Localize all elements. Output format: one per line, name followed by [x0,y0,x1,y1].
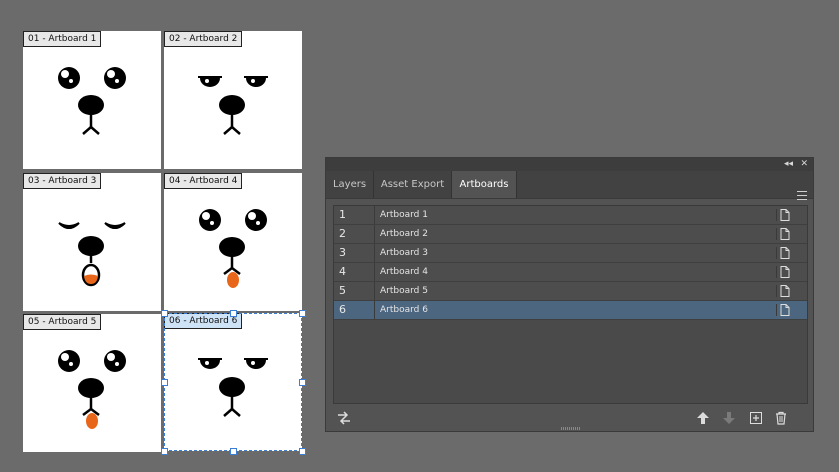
resize-handle-bottom[interactable] [230,448,237,455]
artboard-4[interactable]: 04 - Artboard 4 [164,173,302,311]
artboard-options-icon[interactable] [776,228,790,240]
artboard-options-icon[interactable] [776,209,790,221]
resize-handle-bottom-right[interactable] [299,448,306,455]
tab-layers[interactable]: Layers [326,171,374,198]
panel-tabbar: Layers Asset Export Artboards [326,171,813,200]
artboard-number: 3 [339,246,346,259]
artboard-label[interactable]: 04 - Artboard 4 [164,173,243,189]
artboard-options-icon[interactable] [776,247,790,259]
tab-artboards[interactable]: Artboards [452,171,517,198]
collapse-panel-icon[interactable]: ◂◂ [784,158,793,171]
face-sleepy-eyes [198,358,268,417]
panel-bottom-toolbar [326,404,813,431]
artboard-label[interactable]: 05 - Artboard 5 [23,314,102,330]
artboard-6[interactable]: 06 - Artboard 6 [164,313,302,451]
artboard-5[interactable]: 05 - Artboard 5 [23,314,161,452]
resize-handle-right[interactable] [299,379,306,386]
artboard-label[interactable]: 01 - Artboard 1 [23,31,102,47]
artboard-number: 1 [339,208,346,221]
artboard-label[interactable]: 02 - Artboard 2 [164,31,243,47]
list-item[interactable]: 3 Artboard 3 [334,244,807,263]
list-item[interactable]: 5 Artboard 5 [334,282,807,301]
resize-handle-left[interactable] [161,379,168,386]
artboard-options-icon[interactable] [776,285,790,297]
resize-handle-top-left[interactable] [161,310,168,317]
artboard-name[interactable]: Artboard 4 [374,263,775,281]
panel-menu-icon[interactable] [797,191,807,200]
panel-title-bar[interactable]: ◂◂ ✕ [326,158,813,171]
artboard-number: 2 [339,227,346,240]
artboards-panel: ◂◂ ✕ Layers Asset Export Artboards 1 Art… [325,157,814,432]
resize-handle-top-right[interactable] [299,310,306,317]
artboard-options-icon[interactable] [776,304,790,316]
face-open-eyes [58,67,126,135]
move-up-icon[interactable] [696,410,710,424]
face-tongue-out [199,209,267,288]
close-panel-icon[interactable]: ✕ [800,158,808,171]
artboard-label[interactable]: 03 - Artboard 3 [23,173,102,189]
face-closed-eyes [58,222,126,287]
artboard-number: 4 [339,265,346,278]
resize-handle-top[interactable] [230,310,237,317]
artboard-options-icon[interactable] [776,266,790,278]
artboard-number: 6 [339,303,346,316]
artboard-2[interactable]: 02 - Artboard 2 [164,31,302,169]
artboard-list: 1 Artboard 1 2 Artboard 2 3 Artboard 3 4… [333,205,808,404]
artboard-1[interactable]: 01 - Artboard 1 [23,31,161,169]
artboard-name[interactable]: Artboard 6 [374,301,775,319]
tab-asset-export[interactable]: Asset Export [374,171,452,198]
artboard-name[interactable]: Artboard 2 [374,225,775,243]
face-tongue-out [58,350,126,429]
trash-icon[interactable] [774,410,788,425]
artboard-3[interactable]: 03 - Artboard 3 [23,173,161,311]
face-sleepy-eyes [198,76,268,135]
list-item[interactable]: 2 Artboard 2 [334,225,807,244]
list-item[interactable]: 4 Artboard 4 [334,263,807,282]
list-item[interactable]: 1 Artboard 1 [334,206,807,225]
artboard-name[interactable]: Artboard 1 [374,206,775,224]
move-down-icon[interactable] [722,410,736,424]
resize-handle-bottom-left[interactable] [161,448,168,455]
artboard-name[interactable]: Artboard 5 [374,282,775,300]
artboard-name[interactable]: Artboard 3 [374,244,775,262]
rearrange-icon[interactable] [337,410,351,425]
artboard-number: 5 [339,284,346,297]
new-artboard-icon[interactable] [749,410,763,424]
list-item-selected[interactable]: 6 Artboard 6 [334,301,807,320]
panel-resize-grip[interactable] [561,427,581,430]
